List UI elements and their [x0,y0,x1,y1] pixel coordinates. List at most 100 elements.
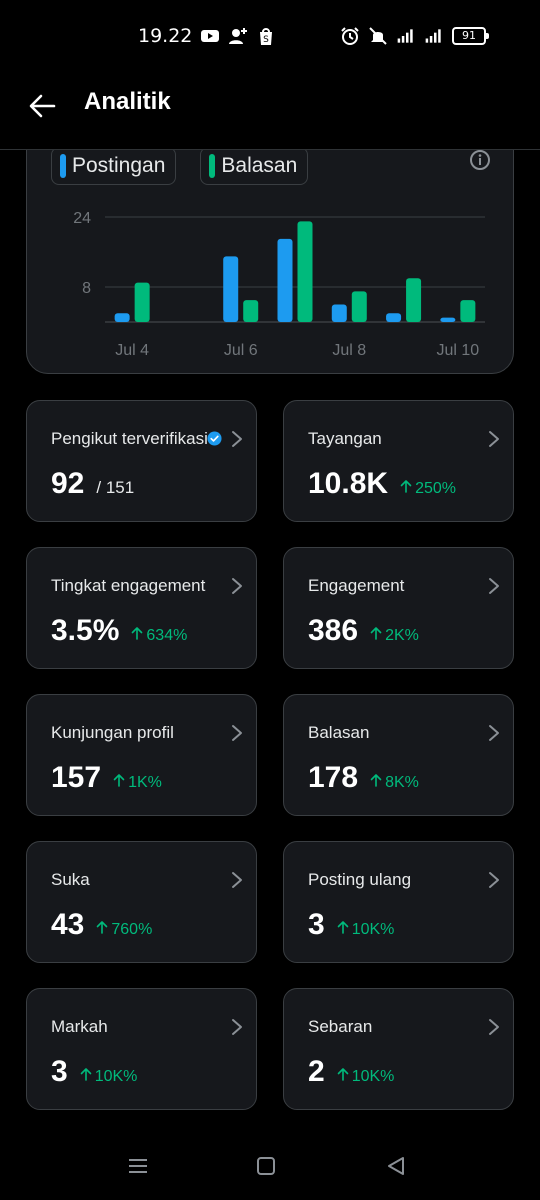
verified-badge-icon [207,431,222,446]
info-icon[interactable] [469,149,491,171]
stat-change-value: 1K% [128,774,162,791]
stat-value: 3 [308,908,325,941]
signal-4g-icon [397,29,413,43]
stat-change-value: 8K% [385,774,419,791]
chevron-right-icon [232,431,242,447]
stat-value-row: 3 10K% [308,908,394,942]
stat-label: Kunjungan profil [51,723,174,742]
stat-change: 10K% [337,1067,395,1086]
x-tick-label: Jul 8 [332,342,366,359]
stat-card[interactable]: Pengikut terverifikasi 92 / 151 [26,400,257,522]
x-tick-label: Jul 4 [115,342,149,359]
stat-change-value: 10K% [351,1068,395,1085]
arrow-up-icon [370,774,382,787]
arrow-up-icon [97,921,108,934]
stat-card[interactable]: Kunjungan profil 157 1K% [26,694,257,816]
stat-card[interactable]: Suka 43 760% [26,841,257,963]
x-tick-label: Jul 6 [224,342,258,359]
chart-bar-balasan [351,291,367,322]
stat-change: 760% [96,920,152,939]
stat-change-value: 250% [415,480,456,497]
arrow-up-icon [132,627,143,640]
stat-change: 2K% [370,626,419,645]
stat-change: 1K% [113,773,162,792]
mute-icon [369,27,387,45]
chart-bar-balasan [406,278,422,322]
stat-value: 3.5% [51,614,120,647]
stat-card[interactable]: Sebaran 2 10K% [283,988,514,1110]
chart-legend: Postingan Balasan [51,147,309,185]
stat-value-row: 10.8K 250% [308,467,456,501]
system-icons: 91 [340,26,489,46]
stat-value: 43 [51,908,85,941]
battery-icon: 91 [452,27,489,45]
stat-change-value: 634% [146,627,188,644]
legend-item-postingan[interactable]: Postingan [51,147,177,185]
page-title: Analitik [84,88,171,115]
youtube-icon [201,30,219,42]
stat-value: 10.8K [308,467,389,500]
legend-swatch [209,154,216,178]
stat-value-row: 386 2K% [308,614,419,648]
stat-card[interactable]: Tayangan 10.8K 250% [283,400,514,522]
arrow-up-icon [400,480,412,493]
chart-bar-postingan [114,313,130,322]
stat-value-row: 2 10K% [308,1055,394,1089]
stat-value: 3 [51,1055,68,1088]
menu-nav-icon[interactable] [126,1154,150,1178]
stat-change-value: 10K% [94,1068,138,1085]
stat-total: / 151 [96,478,135,497]
back-button[interactable] [24,88,60,124]
stat-card[interactable]: Posting ulang 3 10K% [283,841,514,963]
chevron-right-icon [232,872,242,888]
stat-value: 2 [308,1055,325,1088]
home-nav-icon[interactable] [254,1154,278,1178]
add-user-icon [229,28,247,44]
stat-card[interactable]: Balasan 178 8K% [283,694,514,816]
stat-change: 10K% [80,1067,138,1086]
stat-label: Markah [51,1017,108,1036]
legend-label: Postingan [72,154,166,177]
legend-item-balasan[interactable]: Balasan [200,147,309,185]
stat-label: Engagement [308,576,405,595]
stat-card[interactable]: Markah 3 10K% [26,988,257,1110]
stat-change-value: 2K% [385,627,419,644]
arrow-up-icon [370,627,382,640]
arrow-up-icon [80,1068,91,1081]
back-nav-icon[interactable] [384,1154,408,1178]
status-time: 19.22 [138,25,193,47]
chart-bar-postingan [223,256,239,322]
chevron-right-icon [232,1019,242,1035]
stat-card[interactable]: Engagement 386 2K% [283,547,514,669]
y-tick-label: 24 [73,210,91,227]
stat-label: Tingkat engagement [51,576,206,595]
svg-text:S: S [263,35,269,45]
status-bar: 19.22 S 91 [0,0,540,70]
chart-bar-balasan [297,221,313,322]
top-app-bar: Analitik [0,70,540,150]
stat-card[interactable]: Tingkat engagement 3.5% 634% [26,547,257,669]
legend-swatch [60,154,66,178]
stat-change: 634% [131,626,187,645]
stat-value: 157 [51,761,102,794]
stat-label: Pengikut terverifikasi [51,429,208,448]
stat-value-row: 92 / 151 [51,467,134,501]
stat-value-row: 178 8K% [308,761,419,795]
signal-icon [425,29,441,43]
chart-bar-postingan [386,313,402,322]
legend-label: Balasan [221,154,298,177]
stat-value: 178 [308,761,359,794]
stat-label: Posting ulang [308,870,412,889]
stat-value: 92 [51,467,85,500]
stat-value-row: 157 1K% [51,761,162,795]
stat-label: Suka [51,870,90,889]
stat-change-value: 10K% [351,921,395,938]
x-tick-label: Jul 10 [437,342,480,359]
stat-value-row: 3.5% 634% [51,614,187,648]
notification-icons: S [200,26,276,46]
arrow-up-icon [337,921,348,934]
system-nav-bar [0,1140,540,1200]
chart-bar-postingan [277,238,293,322]
chevron-right-icon [489,431,499,447]
arrow-up-icon [337,1068,348,1081]
